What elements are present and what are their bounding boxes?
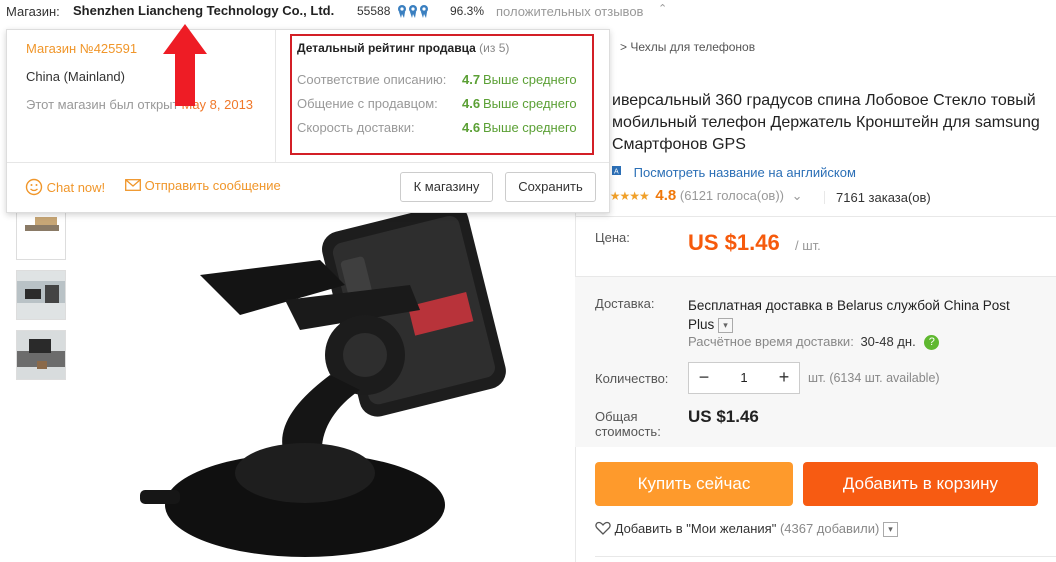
rating-orders-divider	[824, 191, 825, 204]
seller-rating-title-text: Детальный рейтинг продавца	[297, 41, 476, 55]
seller-rating-text: Выше среднего	[483, 72, 577, 87]
total-label-line2: стоимость:	[595, 424, 661, 439]
quantity-stepper: − 1 +	[688, 362, 800, 394]
help-icon[interactable]: ?	[924, 335, 940, 351]
store-info-popup: Магазин №425591 China (Mainland) Этот ма…	[6, 29, 610, 213]
store-opened-label: Этот магазин был открыт	[26, 97, 179, 112]
seller-rating-value: 4.6	[462, 120, 481, 135]
save-store-button[interactable]: Сохранить	[505, 172, 596, 202]
store-bar: Магазин: Shenzhen Liancheng Technology C…	[0, 0, 1056, 24]
quantity-decrease-button[interactable]: −	[689, 363, 719, 393]
seller-rating-text: Выше среднего	[483, 96, 577, 111]
seller-rating-value: 4.7	[462, 72, 481, 87]
price-label: Цена:	[595, 230, 630, 245]
delivery-time: Расчётное время доставки: 30-48 дн. ?	[688, 334, 940, 351]
send-message-link[interactable]: Отправить сообщение	[125, 178, 281, 193]
seller-rating-row: Скорость доставки: 4.6 Выше среднего	[297, 120, 587, 138]
eta-value: 30-48 дн.	[860, 334, 916, 349]
seller-rating-row: Соответствие описанию: 4.7 Выше среднего	[297, 72, 587, 90]
votes-count[interactable]: (6121 голоса(ов))	[680, 188, 784, 203]
popup-column-divider	[275, 30, 276, 162]
shipping-info: Бесплатная доставка в Belarus службой Ch…	[688, 296, 1033, 334]
send-message-label: Отправить сообщение	[144, 178, 281, 193]
eta-label: Расчётное время доставки:	[688, 334, 854, 349]
price-value: US $1.46	[688, 230, 780, 255]
product-main-image[interactable]	[120, 205, 560, 562]
chevron-up-icon[interactable]: ⌃	[658, 2, 667, 15]
quantity-input[interactable]: 1	[719, 363, 769, 393]
store-score: 55588	[357, 4, 391, 18]
quantity-label: Количество:	[595, 371, 669, 386]
buy-now-button[interactable]: Купить сейчас	[595, 462, 793, 506]
positive-feedback-label: положительных отзывов	[496, 4, 644, 19]
store-number-link[interactable]: Магазин №425591	[26, 41, 137, 56]
store-opened: Этот магазин был открыт May 8, 2013	[26, 97, 253, 112]
chat-now-link[interactable]: Chat now!	[25, 178, 105, 196]
total-label-line1: Общая	[595, 409, 638, 424]
price-unit: / шт.	[795, 238, 821, 253]
seller-rating-value: 4.6	[462, 96, 481, 111]
rating-value: 4.8	[655, 187, 677, 204]
total-value: US $1.46	[688, 407, 759, 426]
translate-icon: A	[612, 166, 621, 176]
positive-percent: 96.3%	[450, 4, 485, 18]
seller-rating-row: Общение с продавцом: 4.6 Выше среднего	[297, 96, 587, 114]
product-title: иверсальный 360 градусов спина Лобовое С…	[612, 92, 1040, 153]
seller-rating-label: Скорость доставки:	[297, 120, 415, 135]
product-thumbnail[interactable]	[16, 210, 66, 260]
thumbnail-image	[17, 211, 65, 259]
quantity-increase-button[interactable]: +	[769, 363, 799, 393]
chat-smiley-icon	[25, 178, 43, 196]
product-thumbnail[interactable]	[16, 330, 66, 380]
seller-rating-title: Детальный рейтинг продавца (из 5)	[297, 41, 509, 55]
section-divider	[575, 216, 1056, 217]
chevron-down-icon[interactable]: ▾	[882, 522, 898, 538]
shipping-dropdown-icon[interactable]: ▾	[718, 317, 734, 333]
breadcrumb-separator: >	[620, 40, 628, 54]
heart-plus-icon	[595, 521, 611, 535]
wishlist-label: Добавить в "Мои желания"	[614, 521, 777, 536]
store-label: Магазин:	[6, 4, 60, 19]
chat-now-label: Chat now!	[46, 180, 106, 195]
wishlist-count: (4367 добавили)	[779, 521, 880, 536]
seller-rating-label: Соответствие описанию:	[297, 72, 447, 87]
wishlist-link[interactable]: Добавить в "Мои желания" (4367 добавили)…	[595, 521, 898, 538]
breadcrumb: > Чехлы для телефонов	[620, 40, 755, 54]
add-to-cart-button[interactable]: Добавить в корзину	[803, 462, 1038, 506]
seller-rating-scale: (из 5)	[479, 41, 510, 55]
store-country: China (Mainland)	[26, 69, 125, 84]
seller-medal-icon	[398, 5, 428, 18]
orders-count: 7161 заказа(ов)	[836, 190, 931, 205]
popup-divider	[7, 162, 609, 163]
seller-rating-label: Общение с продавцом:	[297, 96, 438, 111]
breadcrumb-link[interactable]: Чехлы для телефонов	[630, 40, 755, 54]
svg-text:A: A	[614, 169, 619, 176]
rating-row: ★★★★★ 4.8 (6121 голоса(ов)) ⌄	[600, 187, 803, 207]
red-arrow-icon	[163, 24, 207, 106]
product-thumbnail[interactable]	[16, 270, 66, 320]
shipping-label: Доставка:	[595, 296, 655, 311]
english-title-link[interactable]: A Посмотреть название на английском	[612, 165, 856, 180]
seller-rating-text: Выше среднего	[483, 120, 577, 135]
chevron-down-icon[interactable]: ⌄	[792, 188, 803, 203]
section-divider	[595, 556, 1056, 557]
store-name-link[interactable]: Shenzhen Liancheng Technology Co., Ltd.	[73, 3, 334, 18]
envelope-icon	[125, 179, 141, 191]
go-to-store-button[interactable]: К магазину	[400, 172, 493, 202]
shipping-text: Бесплатная доставка в Belarus службой Ch…	[688, 298, 1010, 332]
total-label: Общая стоимость:	[595, 409, 661, 439]
thumbnail-image	[17, 331, 65, 379]
english-title-label: Посмотреть название на английском	[633, 165, 856, 180]
quantity-available: шт. (6134 шт. available)	[808, 371, 940, 385]
thumbnail-image	[17, 271, 65, 319]
